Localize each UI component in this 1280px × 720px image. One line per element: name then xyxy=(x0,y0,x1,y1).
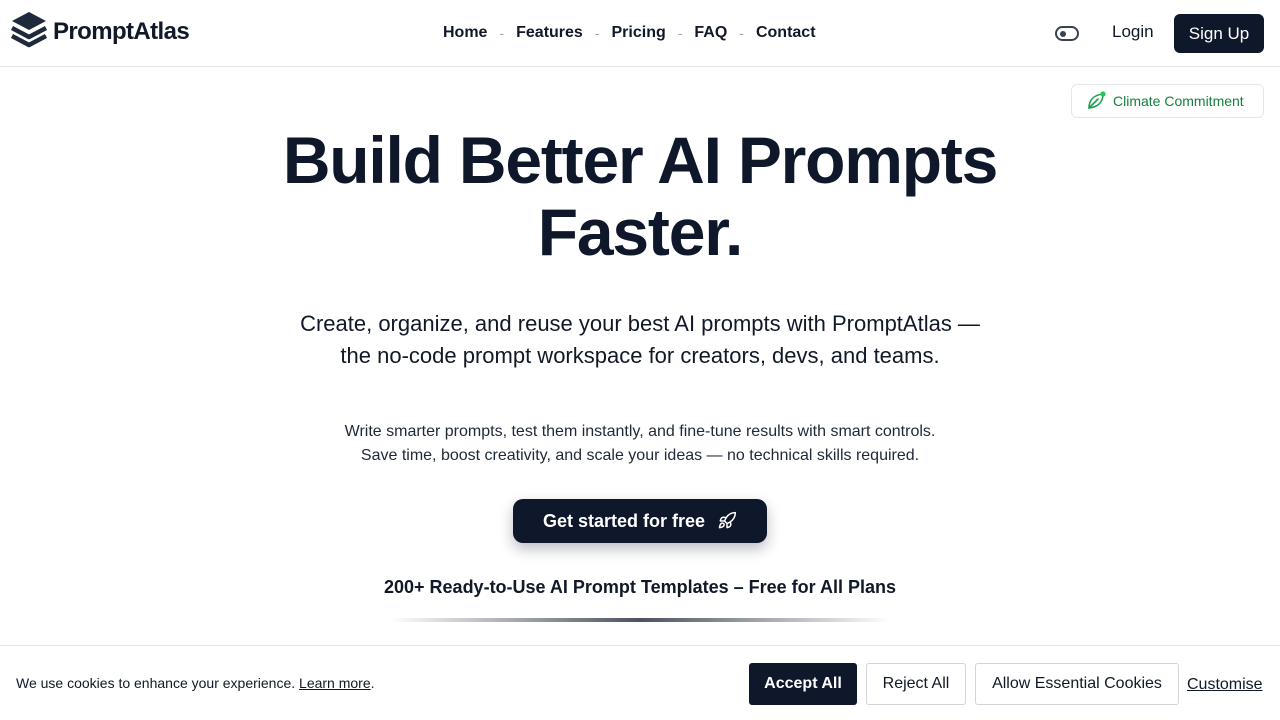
hero-title-line2: Faster. xyxy=(537,195,744,269)
brand-name: PromptAtlas xyxy=(53,18,190,45)
cookie-banner: We use cookies to enhance your experienc… xyxy=(0,645,1280,720)
layers-logo-icon xyxy=(11,12,47,48)
nav-separator: - xyxy=(499,25,505,41)
nav-faq[interactable]: FAQ xyxy=(694,24,727,42)
learn-more-link[interactable]: Learn more xyxy=(299,675,371,691)
hero-title-line1: Build Better AI Prompts xyxy=(282,123,999,197)
nav-separator: - xyxy=(739,25,744,41)
reject-all-button[interactable]: Reject All xyxy=(866,663,966,705)
cookie-message-text: We use cookies to enhance your experienc… xyxy=(16,675,296,691)
leaf-icon xyxy=(1088,91,1106,109)
site-header: PromptAtlas Home - Features - Pricing - … xyxy=(0,0,1280,67)
hero-description-line2: Save time, boost creativity, and scale y… xyxy=(360,447,920,464)
climate-badge-label: Climate Commitment xyxy=(1113,93,1244,109)
signup-button[interactable]: Sign Up xyxy=(1174,14,1264,53)
accept-all-button[interactable]: Accept All xyxy=(749,663,857,705)
nav-features[interactable]: Features xyxy=(516,24,583,42)
toggle-knob xyxy=(1060,30,1066,37)
customise-link[interactable]: Customise xyxy=(1187,676,1263,694)
login-link[interactable]: Login xyxy=(1112,22,1154,42)
main-nav: Home - Features - Pricing - FAQ - Contac… xyxy=(443,22,816,44)
rocket-icon xyxy=(718,511,737,529)
nav-contact[interactable]: Contact xyxy=(756,24,816,42)
cookie-message: We use cookies to enhance your experienc… xyxy=(16,675,375,691)
templates-tagline: 200+ Ready-to-Use AI Prompt Templates – … xyxy=(384,577,896,597)
hero-subtitle: Create, organize, and reuse your best AI… xyxy=(300,311,980,368)
nav-home[interactable]: Home xyxy=(443,24,487,42)
nav-pricing[interactable]: Pricing xyxy=(612,24,666,42)
nav-separator: - xyxy=(594,25,600,41)
cta-label: Get started for free xyxy=(542,510,706,531)
hero-description: Write smarter prompts, test them instant… xyxy=(290,420,990,468)
hero-description-line1: Write smarter prompts, test them instant… xyxy=(344,423,936,440)
climate-commitment-badge[interactable]: Climate Commitment xyxy=(1071,84,1264,118)
nav-separator: - xyxy=(677,25,683,41)
get-started-button[interactable]: Get started for free xyxy=(513,499,767,543)
gradient-divider xyxy=(390,618,890,622)
brand-logo[interactable]: PromptAtlas xyxy=(11,11,190,53)
allow-essential-cookies-button[interactable]: Allow Essential Cookies xyxy=(975,663,1179,705)
theme-toggle-icon[interactable] xyxy=(1055,26,1079,41)
cookie-period: . xyxy=(370,675,375,691)
hero-title: Build Better AI Prompts Faster. xyxy=(0,124,1280,268)
